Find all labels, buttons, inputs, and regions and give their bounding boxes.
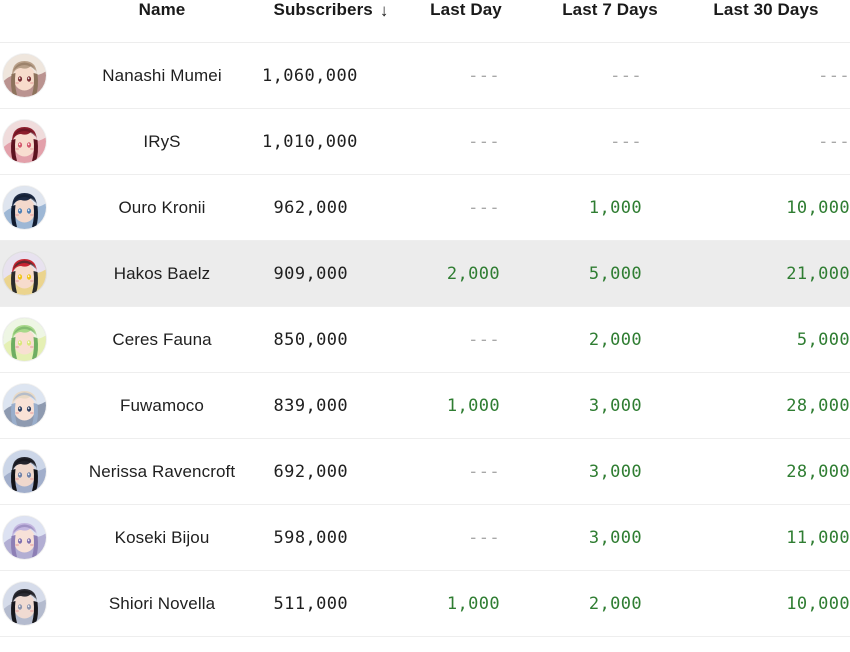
last-day-cell: 1,000 — [446, 593, 500, 614]
avatar-nanashi-mumei — [3, 54, 46, 97]
channel-name-cell[interactable]: Koseki Bijou — [62, 505, 262, 571]
avatar-cell — [0, 439, 62, 505]
table-row[interactable]: Shiori Novella 511,000 1,000 2,000 10,000 — [0, 570, 850, 637]
table-row[interactable]: Ceres Fauna 850,000 --- 2,000 5,000 — [0, 306, 850, 373]
last-30-days-cell: 10,000 — [786, 593, 850, 614]
last-7-days-cell: 1,000 — [588, 197, 642, 218]
avatar-koseki-bijou — [3, 516, 46, 559]
subscribers-cell: 1,060,000 — [262, 65, 358, 86]
avatar-cell — [0, 175, 62, 241]
column-header-last-day[interactable]: Last Day — [402, 0, 544, 43]
subscriber-table-container: Name Subscribers ↓ Last Day Last 7 Days L… — [0, 0, 850, 652]
avatar-fuwamoco — [3, 384, 46, 427]
table-row[interactable]: Nanashi Mumei 1,060,000 --- --- --- — [0, 42, 850, 109]
column-header-last-30-days-label: Last 30 Days — [713, 0, 819, 19]
avatar-irys — [3, 120, 46, 163]
column-header-subscribers-label: Subscribers — [273, 0, 373, 19]
last-day-cell: --- — [468, 527, 500, 548]
table-row[interactable]: Ouro Kronii 962,000 --- 1,000 10,000 — [0, 174, 850, 241]
channel-name-cell[interactable]: IRyS — [62, 109, 262, 175]
channel-name-cell[interactable]: Nanashi Mumei — [62, 43, 262, 109]
avatar-cell — [0, 505, 62, 571]
avatar-cell — [0, 109, 62, 175]
table-header-row: Name Subscribers ↓ Last Day Last 7 Days L… — [0, 0, 850, 43]
column-header-last-day-label: Last Day — [430, 0, 502, 19]
column-header-avatar — [0, 0, 62, 43]
avatar-ouro-kronii — [3, 186, 46, 229]
table-row[interactable]: Fuwamoco 839,000 1,000 3,000 28,000 — [0, 372, 850, 439]
last-day-cell: --- — [468, 131, 500, 152]
last-7-days-cell: 3,000 — [588, 527, 642, 548]
last-7-days-cell: 2,000 — [588, 329, 642, 350]
last-30-days-cell: 5,000 — [796, 329, 850, 350]
last-day-cell: 2,000 — [446, 263, 500, 284]
table-row[interactable]: Hakos Baelz 909,000 2,000 5,000 21,000 — [0, 240, 850, 307]
last-30-days-cell: 11,000 — [786, 527, 850, 548]
last-30-days-cell: 28,000 — [786, 461, 850, 482]
last-7-days-cell: --- — [610, 131, 642, 152]
channel-name-cell[interactable]: Hakos Baelz — [62, 241, 262, 307]
channel-name-cell[interactable]: Ceres Fauna — [62, 307, 262, 373]
column-header-name-label: Name — [138, 0, 186, 19]
avatar-cell — [0, 373, 62, 439]
last-day-cell: --- — [468, 197, 500, 218]
channel-name-cell[interactable]: Fuwamoco — [62, 373, 262, 439]
avatar-shiori-novella — [3, 582, 46, 625]
channel-name-cell[interactable]: Nerissa Ravencroft — [62, 439, 262, 505]
table-row[interactable]: Nerissa Ravencroft 692,000 --- 3,000 28,000 — [0, 438, 850, 505]
last-7-days-cell: 5,000 — [588, 263, 642, 284]
last-day-cell: --- — [468, 65, 500, 86]
last-7-days-cell: 3,000 — [588, 395, 642, 416]
avatar-cell — [0, 43, 62, 109]
avatar-cell — [0, 307, 62, 373]
subscriber-table: Name Subscribers ↓ Last Day Last 7 Days L… — [0, 0, 850, 637]
subscribers-cell: 850,000 — [273, 329, 348, 350]
last-day-cell: --- — [468, 461, 500, 482]
subscribers-cell: 692,000 — [273, 461, 348, 482]
last-30-days-cell: --- — [818, 131, 850, 152]
subscribers-cell: 598,000 — [273, 527, 348, 548]
last-30-days-cell: --- — [818, 65, 850, 86]
subscribers-cell: 909,000 — [273, 263, 348, 284]
avatar-cell — [0, 571, 62, 637]
subscribers-cell: 962,000 — [273, 197, 348, 218]
column-header-last-7-days[interactable]: Last 7 Days — [544, 0, 686, 43]
table-row[interactable]: Koseki Bijou 598,000 --- 3,000 11,000 — [0, 504, 850, 571]
column-header-last-7-days-label: Last 7 Days — [562, 0, 658, 19]
column-header-subscribers[interactable]: Subscribers ↓ — [262, 0, 402, 43]
arrow-down-icon: ↓ — [379, 1, 389, 20]
last-day-cell: --- — [468, 329, 500, 350]
column-header-last-30-days[interactable]: Last 30 Days — [686, 0, 850, 43]
last-day-cell: 1,000 — [446, 395, 500, 416]
last-30-days-cell: 28,000 — [786, 395, 850, 416]
last-7-days-cell: --- — [610, 65, 642, 86]
table-row[interactable]: IRyS 1,010,000 --- --- --- — [0, 108, 850, 175]
subscribers-cell: 839,000 — [273, 395, 348, 416]
avatar-ceres-fauna — [3, 318, 46, 361]
subscribers-cell: 511,000 — [273, 593, 348, 614]
column-header-name[interactable]: Name — [62, 0, 262, 43]
channel-name-cell[interactable]: Ouro Kronii — [62, 175, 262, 241]
table-header: Name Subscribers ↓ Last Day Last 7 Days L… — [0, 0, 850, 43]
avatar-hakos-baelz — [3, 252, 46, 295]
last-30-days-cell: 21,000 — [786, 263, 850, 284]
table-body: Nanashi Mumei 1,060,000 --- --- --- IRyS 1,010… — [0, 42, 850, 637]
last-7-days-cell: 2,000 — [588, 593, 642, 614]
subscribers-cell: 1,010,000 — [262, 131, 358, 152]
avatar-nerissa-ravencroft — [3, 450, 46, 493]
channel-name-cell[interactable]: Shiori Novella — [62, 571, 262, 637]
last-30-days-cell: 10,000 — [786, 197, 850, 218]
last-7-days-cell: 3,000 — [588, 461, 642, 482]
avatar-cell — [0, 241, 62, 307]
